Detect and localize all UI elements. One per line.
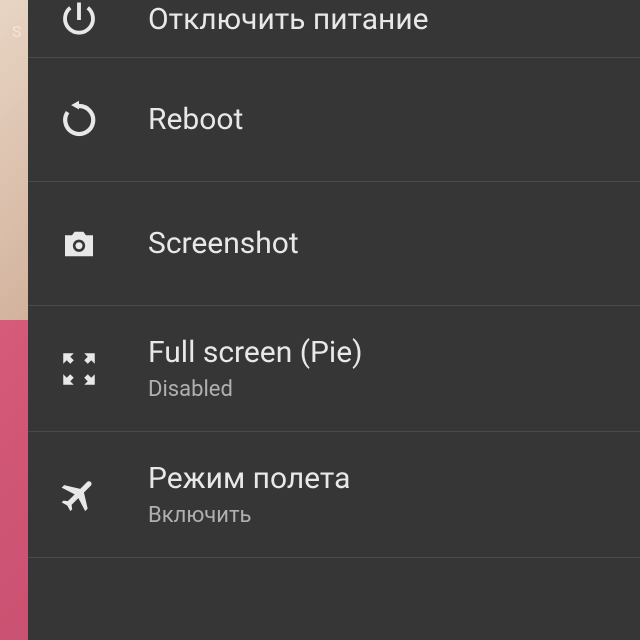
menu-item-screenshot[interactable]: Screenshot — [28, 182, 640, 306]
menu-item-reboot[interactable]: Reboot — [28, 58, 640, 182]
menu-item-power-off[interactable]: Отключить питание — [28, 0, 640, 58]
menu-item-more[interactable] — [28, 558, 640, 640]
status-bar-text: S — [12, 22, 23, 41]
power-icon — [58, 0, 132, 41]
fullscreen-icon — [58, 348, 132, 390]
camera-icon — [58, 223, 132, 265]
reboot-icon — [58, 99, 132, 141]
menu-item-label: Full screen (Pie) — [148, 335, 363, 371]
menu-item-label: Отключить питание — [148, 2, 429, 38]
menu-item-label: Screenshot — [148, 226, 299, 262]
menu-item-fullscreen[interactable]: Full screen (Pie) Disabled — [28, 306, 640, 432]
menu-item-label: Режим полета — [148, 461, 350, 497]
menu-item-airplane-mode[interactable]: Режим полета Включить — [28, 432, 640, 558]
menu-item-sublabel: Disabled — [148, 377, 363, 402]
power-menu-dialog: Отключить питание Reboot Screenshot — [28, 0, 640, 640]
menu-item-label: Reboot — [148, 102, 243, 138]
menu-item-sublabel: Включить — [148, 503, 350, 528]
airplane-icon — [58, 474, 132, 516]
